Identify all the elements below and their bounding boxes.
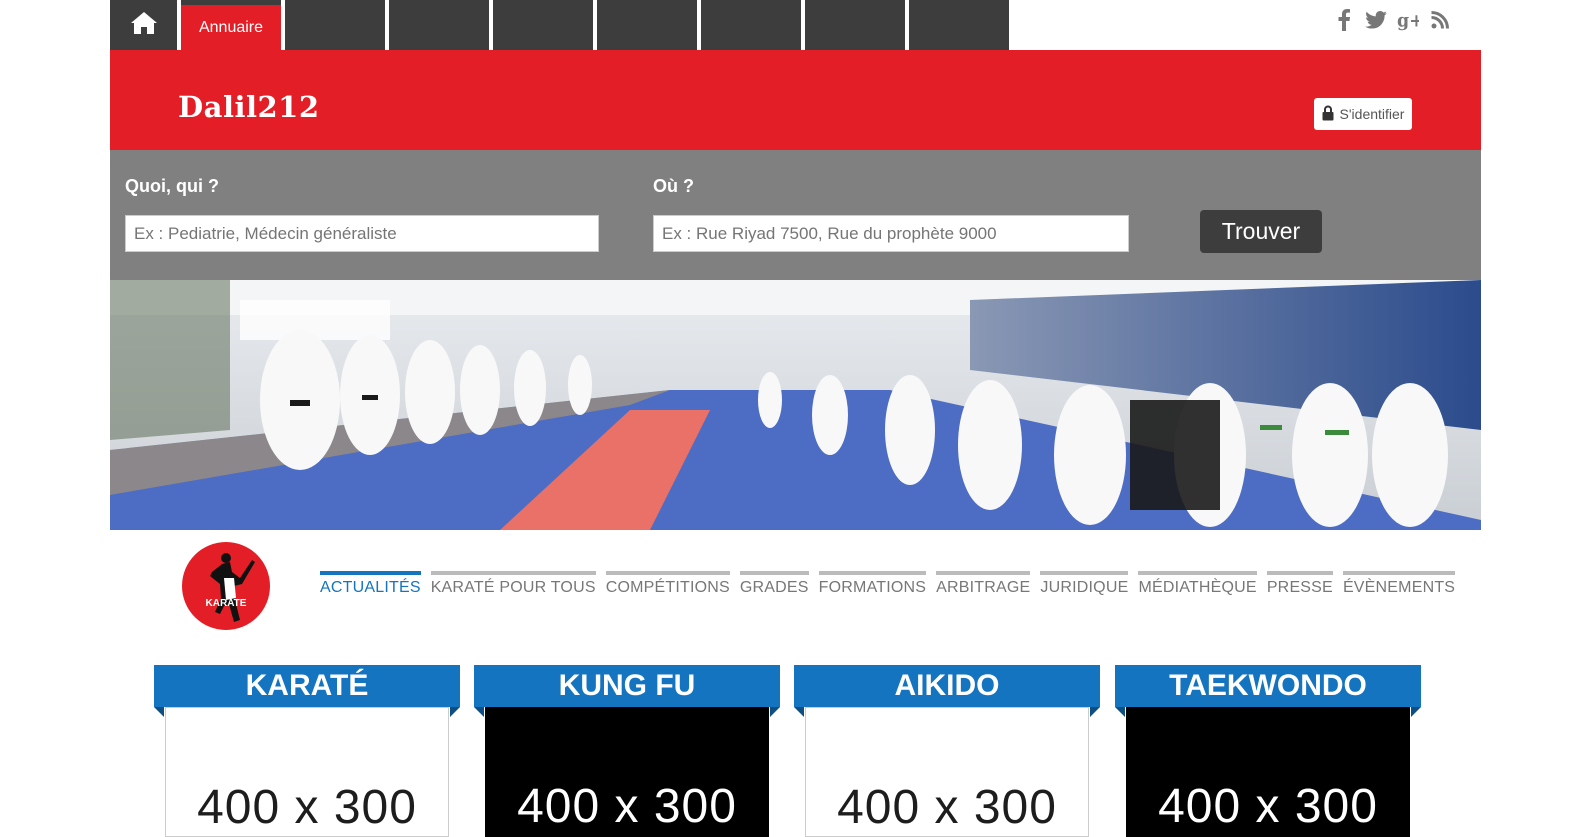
nav-tab[interactable] (389, 0, 489, 50)
subnav-item-formations[interactable]: FORMATIONS (818, 571, 927, 597)
card-title: KARATÉ (154, 665, 460, 707)
placeholder-text: 400 x 300 (1158, 780, 1378, 833)
card-title: TAEKWONDO (1115, 665, 1421, 707)
search-button[interactable]: Trouver (1200, 210, 1322, 253)
section-nav: ACTUALITÉS KARATÉ POUR TOUS COMPÉTITIONS… (320, 571, 1456, 597)
subnav-item-grades[interactable]: GRADES (739, 571, 809, 597)
subnav-item-arbitrage[interactable]: ARBITRAGE (936, 571, 1031, 597)
placeholder-text: 400 x 300 (197, 781, 417, 834)
card-image-placeholder: 400 x 300 (805, 707, 1089, 837)
nav-tab[interactable] (597, 0, 697, 50)
card-image-placeholder: 400 x 300 (485, 707, 769, 837)
card-title: AIKIDO (794, 665, 1100, 707)
karate-salute-photo (110, 280, 1481, 530)
nav-tab[interactable] (701, 0, 801, 50)
badge-text: KARATE (206, 598, 247, 609)
facebook-icon[interactable] (1333, 8, 1355, 32)
placeholder-text: 400 x 300 (837, 781, 1057, 834)
tab-annuaire[interactable]: Annuaire (181, 0, 281, 50)
subnav-item-karate-pour-tous[interactable]: KARATÉ POUR TOUS (430, 571, 596, 597)
where-input[interactable] (653, 215, 1129, 252)
card-kung-fu[interactable]: KUNG FU 400 x 300 (474, 665, 780, 837)
subnav-item-evenements[interactable]: ÉVÈNEMENTS (1342, 571, 1456, 597)
google-plus-icon[interactable]: g+ (1397, 8, 1419, 32)
twitter-icon[interactable] (1365, 8, 1387, 32)
home-tab[interactable] (110, 0, 177, 50)
card-taekwondo[interactable]: TAEKWONDO 400 x 300 (1115, 665, 1421, 837)
subnav-item-competitions[interactable]: COMPÉTITIONS (605, 571, 730, 597)
lock-icon (1322, 105, 1334, 124)
card-karate[interactable]: KARATÉ 400 x 300 (154, 665, 460, 837)
placeholder-text: 400 x 300 (517, 780, 737, 833)
what-input[interactable] (125, 215, 599, 252)
social-links: g+ (1333, 8, 1451, 32)
top-nav: Annuaire (110, 0, 1009, 50)
card-image-placeholder: 400 x 300 (1126, 707, 1410, 837)
nav-tab[interactable] (805, 0, 905, 50)
site-header: Dalil212 S'identifier (110, 50, 1481, 150)
login-label: S'identifier (1339, 106, 1405, 122)
card-aikido[interactable]: AIKIDO 400 x 300 (794, 665, 1100, 837)
nav-tab[interactable] (493, 0, 593, 50)
nav-tab[interactable] (909, 0, 1009, 50)
hero-banner (110, 280, 1481, 530)
card-title: KUNG FU (474, 665, 780, 707)
subnav-item-juridique[interactable]: JURIDIQUE (1040, 571, 1129, 597)
rss-icon[interactable] (1429, 8, 1451, 32)
site-logo[interactable]: Dalil212 (178, 90, 320, 124)
card-image-placeholder: 400 x 300 (165, 707, 449, 837)
subnav-item-mediatheque[interactable]: MÉDIATHÈQUE (1138, 571, 1257, 597)
karate-badge[interactable]: KARATE (182, 542, 270, 635)
subnav-item-actualites[interactable]: ACTUALITÉS (320, 571, 421, 597)
subnav-item-presse[interactable]: PRESSE (1266, 571, 1333, 597)
home-icon (129, 10, 159, 41)
login-button[interactable]: S'identifier (1314, 98, 1412, 130)
page-container: Annuaire g+ Dalil212 S'identifier (110, 0, 1481, 837)
where-label: Où ? (653, 176, 694, 196)
nav-tab[interactable] (285, 0, 385, 50)
svg-text:g+: g+ (1397, 11, 1419, 31)
what-label: Quoi, qui ? (125, 176, 219, 196)
